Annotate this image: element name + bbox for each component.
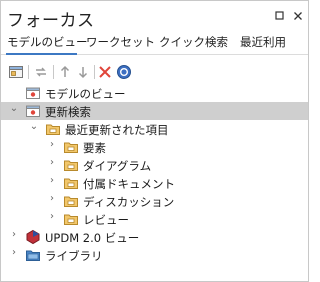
updm-icon (25, 229, 41, 245)
tree-item[interactable]: › 付属ドキュメント (1, 174, 308, 192)
model-tree: モデルのビュー ⌄ 更新検索 ⌄ 最近更新された項目 › 要素 › ダイアグラム… (1, 84, 308, 263)
tab-strip: モデルのビュー ワークセット クイック検索 最近利用 (1, 32, 308, 54)
move-up-icon[interactable] (57, 64, 73, 80)
toolbar-separator (28, 65, 29, 79)
toolbar-separator (94, 65, 95, 79)
tab-model-view[interactable]: モデルのビュー (7, 34, 88, 50)
folder-icon (63, 211, 79, 227)
toolbar-separator (53, 65, 54, 79)
toolbar (1, 62, 308, 84)
collapsed-chevron-icon[interactable]: › (47, 139, 57, 150)
tree-item[interactable]: モデルのビュー (1, 84, 308, 102)
collapsed-chevron-icon[interactable]: › (47, 175, 57, 186)
properties-icon[interactable] (8, 64, 24, 80)
expanded-chevron-icon[interactable]: ⌄ (9, 103, 19, 114)
folder-icon (63, 157, 79, 173)
expanded-chevron-icon[interactable]: ⌄ (29, 121, 39, 132)
tree-item[interactable]: › 要素 (1, 138, 308, 156)
collapsed-chevron-icon[interactable]: › (47, 157, 57, 168)
tree-item[interactable]: ⌄ 最近更新された項目 (1, 120, 308, 138)
move-down-icon[interactable] (75, 64, 91, 80)
tree-item[interactable]: › ダイアグラム (1, 156, 308, 174)
folder-icon (63, 193, 79, 209)
collapsed-chevron-icon[interactable]: › (9, 229, 19, 240)
collapsed-chevron-icon[interactable]: › (47, 211, 57, 222)
collapsed-chevron-icon[interactable]: › (9, 247, 19, 258)
tree-item[interactable]: › UPDM 2.0 ビュー (1, 228, 308, 246)
focus-window: フォーカス モデルのビュー ワークセット クイック検索 最近利用 モデルのビュー… (0, 0, 309, 282)
window-title: フォーカス (7, 11, 95, 31)
collapsed-chevron-icon[interactable]: › (47, 193, 57, 204)
tree-item-selected[interactable]: ⌄ 更新検索 (1, 102, 308, 120)
tree-item[interactable]: › ディスカッション (1, 192, 308, 210)
folder-icon (63, 175, 79, 191)
tree-item[interactable]: › レビュー (1, 210, 308, 228)
folder-icon (45, 121, 61, 137)
folder-icon (63, 139, 79, 155)
close-icon[interactable] (291, 9, 305, 23)
delete-icon[interactable] (97, 64, 113, 80)
tab-workset[interactable]: ワークセット (86, 34, 155, 50)
maximize-icon[interactable] (273, 9, 287, 23)
tree-item[interactable]: › ライブラリ (1, 246, 308, 264)
help-icon[interactable] (116, 64, 132, 80)
title-bar: フォーカス (1, 1, 308, 32)
search-view-icon (25, 103, 41, 119)
sync-icon[interactable] (33, 64, 49, 80)
view-icon (25, 85, 41, 101)
tab-quick-search[interactable]: クイック検索 (159, 34, 228, 50)
library-icon (25, 247, 41, 263)
active-tab-indicator (6, 53, 77, 55)
tab-recent[interactable]: 最近利用 (240, 34, 286, 50)
